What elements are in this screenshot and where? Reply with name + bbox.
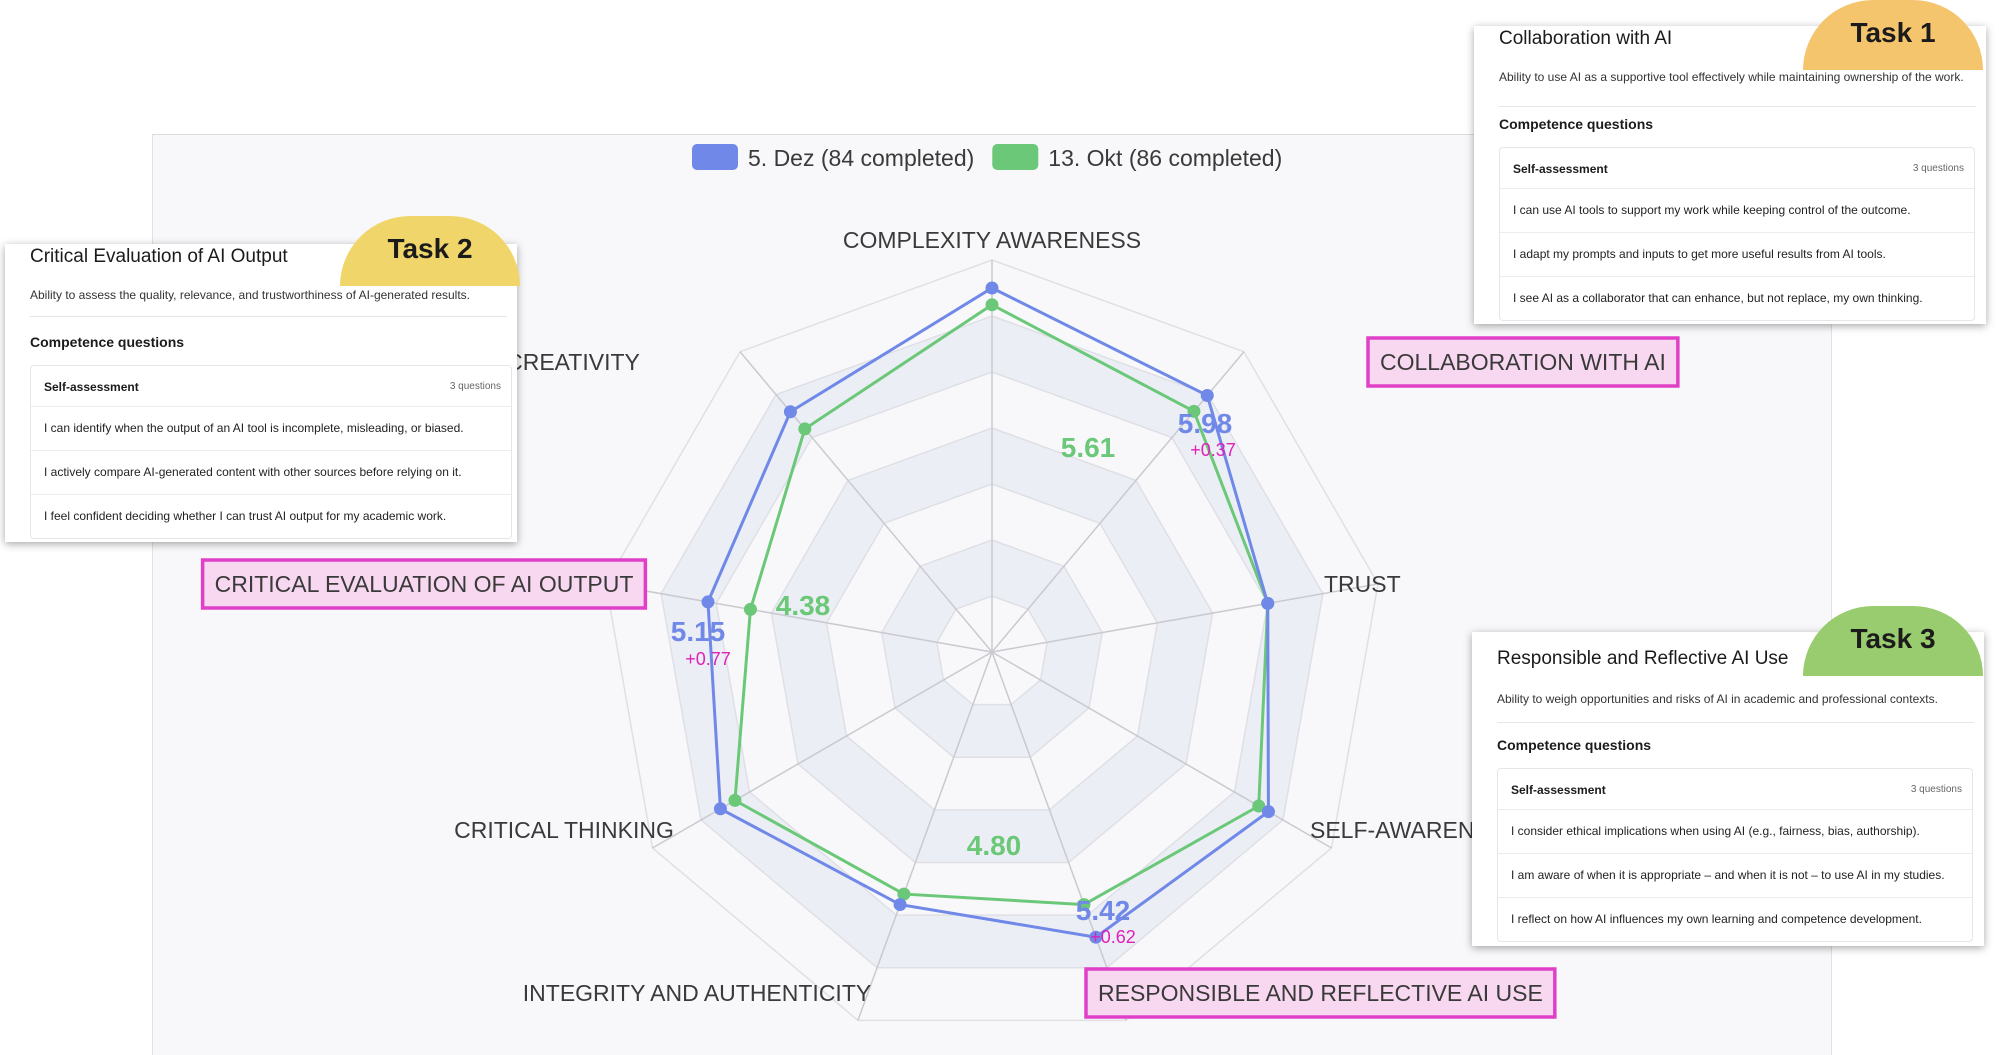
question-row: I reflect on how AI influences my own le… xyxy=(1498,897,1972,942)
data-point xyxy=(743,602,757,616)
legend-swatch-new xyxy=(692,144,738,170)
value-label-new: 5.98 xyxy=(1178,408,1233,439)
question-row: I am aware of when it is appropriate – a… xyxy=(1498,853,1972,898)
question-text: I actively compare AI-generated content … xyxy=(44,465,462,479)
value-label-old: 4.80 xyxy=(967,830,1022,861)
axis-label: INTEGRITY AND AUTHENTICITY xyxy=(523,980,871,1006)
legend-swatch-old xyxy=(992,144,1039,170)
axis-label: CRITICAL EVALUATION OF AI OUTPUT xyxy=(215,571,634,597)
question-text: I can identify when the output of an AI … xyxy=(44,421,464,435)
value-label-old: 4.38 xyxy=(776,590,831,621)
data-point xyxy=(985,281,999,295)
question-text: I am aware of when it is appropriate – a… xyxy=(1511,868,1945,882)
competence-questions-heading: Competence questions xyxy=(1499,116,1654,132)
card-title: Responsible and Reflective AI Use xyxy=(1497,648,1789,669)
data-point xyxy=(783,405,797,419)
question-text: I see AI as a collaborator that can enha… xyxy=(1513,291,1923,305)
axis-label: CRITICAL THINKING xyxy=(454,817,674,843)
value-label-new: 5.15 xyxy=(671,616,726,647)
legend-label: 5. Dez (84 completed) xyxy=(748,145,974,171)
self-assessment-label: Self-assessment xyxy=(44,380,139,394)
question-row: I see AI as a collaborator that can enha… xyxy=(1500,276,1974,321)
self-assessment-group[interactable]: Self-assessment 3 questions I can use AI… xyxy=(1499,147,1975,321)
competence-questions-heading: Competence questions xyxy=(30,334,185,350)
data-point xyxy=(1261,805,1275,819)
card-divider xyxy=(1497,722,1974,723)
delta-label: +0.37 xyxy=(1190,440,1236,460)
card-collaboration-with-ai: Collaboration with AI Ability to use AI … xyxy=(1474,26,1986,324)
task-1-badge: Task 1 xyxy=(1803,0,1983,70)
data-point xyxy=(798,422,812,436)
question-count: 3 questions xyxy=(449,381,501,392)
delta-label: +0.62 xyxy=(1090,927,1136,947)
question-row: I feel confident deciding whether I can … xyxy=(31,494,511,539)
axis-label: TRUST xyxy=(1324,571,1401,597)
question-text: I feel confident deciding whether I can … xyxy=(44,509,447,523)
self-assessment-group[interactable]: Self-assessment 3 questions I can identi… xyxy=(30,365,512,539)
self-assessment-label: Self-assessment xyxy=(1513,162,1608,176)
axis-label: COMPLEXITY AWARENESS xyxy=(843,227,1141,253)
card-responsible-ai-use: Responsible and Reflective AI Use Abilit… xyxy=(1472,632,1984,946)
card-critical-evaluation: Critical Evaluation of AI Output Ability… xyxy=(5,244,517,542)
question-text: I reflect on how AI influences my own le… xyxy=(1511,912,1922,926)
self-assessment-group[interactable]: Self-assessment 3 questions I consider e… xyxy=(1497,768,1973,942)
card-description: Ability to use AI as a supportive tool e… xyxy=(1499,70,1964,84)
axis-label: RESPONSIBLE AND REFLECTIVE AI USE xyxy=(1098,980,1543,1006)
question-row: I actively compare AI-generated content … xyxy=(31,450,511,495)
data-point xyxy=(1261,596,1275,610)
axis-label: COLLABORATION WITH AI xyxy=(1380,349,1666,375)
card-title: Critical Evaluation of AI Output xyxy=(30,246,288,267)
card-divider xyxy=(1499,106,1976,107)
question-row: I adapt my prompts and inputs to get mor… xyxy=(1500,232,1974,277)
card-divider xyxy=(30,316,507,317)
question-text: I consider ethical implications when usi… xyxy=(1511,824,1920,838)
data-point xyxy=(728,793,742,807)
question-text: I can use AI tools to support my work wh… xyxy=(1513,203,1911,217)
competence-questions-heading: Competence questions xyxy=(1497,737,1652,753)
self-assessment-label: Self-assessment xyxy=(1511,783,1606,797)
data-point xyxy=(893,898,907,912)
value-label-new: 5.42 xyxy=(1076,895,1131,926)
axis-label: SELF-AWARENE xyxy=(1310,817,1490,843)
data-point xyxy=(713,802,727,816)
data-point xyxy=(1200,388,1214,402)
axis-label: CREATIVITY xyxy=(506,349,640,375)
question-row: I can identify when the output of an AI … xyxy=(31,406,511,451)
data-point xyxy=(701,595,715,609)
question-count: 3 questions xyxy=(1912,163,1964,174)
question-text: I adapt my prompts and inputs to get mor… xyxy=(1513,247,1886,261)
question-count: 3 questions xyxy=(1910,784,1962,795)
legend-label: 13. Okt (86 completed) xyxy=(1048,145,1282,171)
delta-label: +0.77 xyxy=(685,649,731,669)
question-row: I consider ethical implications when usi… xyxy=(1498,809,1972,854)
card-description: Ability to weigh opportunities and risks… xyxy=(1497,692,1938,706)
value-label-old: 5.61 xyxy=(1061,432,1116,463)
card-description: Ability to assess the quality, relevance… xyxy=(30,288,471,302)
question-row: I can use AI tools to support my work wh… xyxy=(1500,188,1974,233)
data-point xyxy=(985,298,999,312)
card-title: Collaboration with AI xyxy=(1499,28,1673,49)
